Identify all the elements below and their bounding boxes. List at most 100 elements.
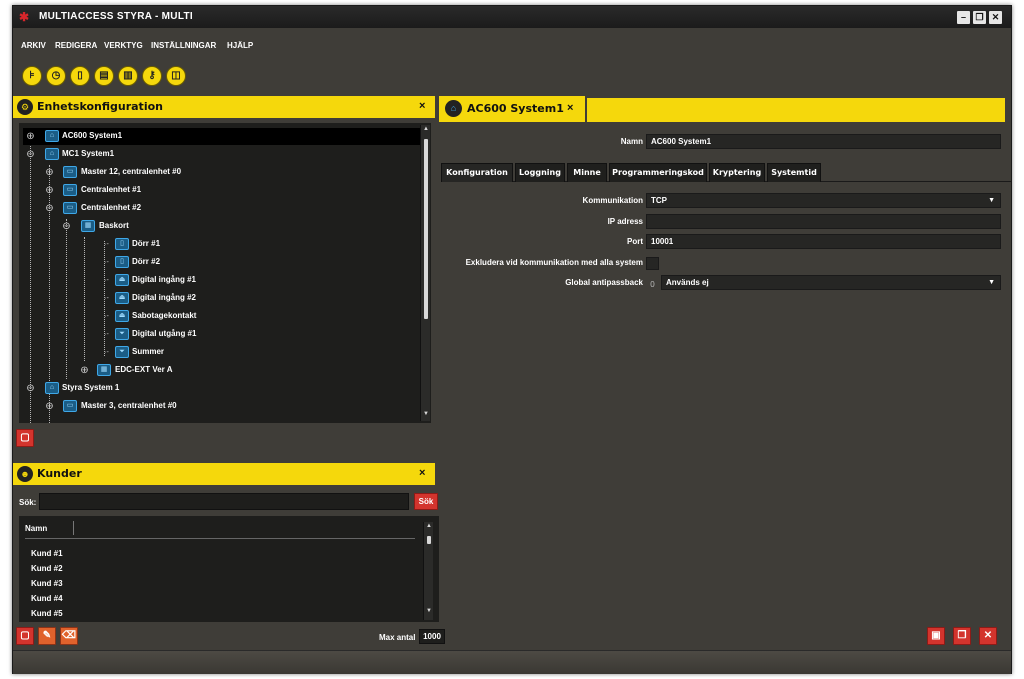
tree-item-label: EDC-EXT Ver A: [115, 365, 173, 374]
device-panel-close-button[interactable]: ×: [419, 100, 425, 112]
expand-icon[interactable]: ⊕: [44, 185, 55, 196]
tab-minne[interactable]: Minne: [567, 163, 607, 182]
list-item[interactable]: Kund #1: [31, 549, 63, 558]
scroll-thumb[interactable]: [427, 536, 431, 544]
controller-icon: ▭: [63, 184, 77, 196]
new-device-button[interactable]: ▢: [16, 429, 34, 447]
branch-icon: ·-: [104, 259, 109, 266]
expand-icon[interactable]: ⊕: [79, 365, 90, 376]
customer-list-scrollbar[interactable]: ▲ ▼: [423, 522, 433, 620]
search-button[interactable]: Sök: [414, 493, 438, 510]
customers-panel-close-button[interactable]: ×: [419, 467, 425, 479]
editor-tab[interactable]: ⌂ AC600 System1 ×: [439, 96, 585, 122]
door-icon[interactable]: ▯: [70, 66, 90, 86]
tree-item-styra-system-1[interactable]: ⊖ ⌂ Styra System 1: [23, 380, 423, 397]
tree-item-dorr-2[interactable]: ·- ▯ Dörr #2: [23, 254, 423, 271]
expand-icon[interactable]: ⊕: [44, 401, 55, 412]
tree-item-digital-utgang-1[interactable]: ·- ⏷ Digital utgång #1: [23, 326, 423, 343]
controller-icon: ▭: [63, 166, 77, 178]
tree-item-label: Summer: [132, 347, 165, 356]
collapse-icon[interactable]: ⊖: [61, 221, 72, 232]
collapse-icon[interactable]: ⊖: [25, 383, 36, 394]
column-header-namn[interactable]: Namn: [25, 524, 47, 533]
tree-item-master-12[interactable]: ⊕ ▭ Master 12, centralenhet #0: [23, 164, 423, 181]
copy-button[interactable]: ❐: [953, 627, 971, 645]
kommunikation-select[interactable]: TCP ▼: [646, 193, 1001, 208]
tree-item-mc1-system1[interactable]: ⊖ ⌂ MC1 System1: [23, 146, 423, 163]
tree-item-label: MC1 System1: [62, 149, 115, 158]
tree-item-ac600-system1[interactable]: ⊕ ⌂ AC600 System1: [23, 128, 423, 145]
key-icon[interactable]: ⚷: [142, 66, 162, 86]
minimize-icon[interactable]: –: [957, 11, 970, 24]
board-icon: ▦: [81, 220, 95, 232]
edit-customer-button[interactable]: ✎: [38, 627, 56, 645]
branch-icon: ·-: [104, 241, 109, 248]
menu-installningar[interactable]: INSTÄLLNINGAR: [151, 41, 216, 50]
controller-icon: ▭: [63, 202, 77, 214]
scroll-up-icon[interactable]: ▲: [425, 523, 433, 529]
max-count-input[interactable]: 1000: [419, 629, 445, 644]
branch-icon: ·-: [104, 349, 109, 356]
menu-redigera[interactable]: REDIGERA: [55, 41, 97, 50]
device-tree-icon[interactable]: ⊧: [22, 66, 42, 86]
close-editor-button[interactable]: ✕: [979, 627, 997, 645]
tree-item-centralenhet-2[interactable]: ⊖ ▭ Centralenhet #2: [23, 200, 423, 217]
tree-item-digital-ingang-1[interactable]: ·- ⏏ Digital ingång #1: [23, 272, 423, 289]
tree-item-summer[interactable]: ·- ⏷ Summer: [23, 344, 423, 361]
max-count-label: Max antal: [379, 633, 416, 642]
scroll-down-icon[interactable]: ▼: [422, 411, 430, 417]
delete-customer-button[interactable]: ⌫: [60, 627, 78, 645]
device-tree: ⊕ ⌂ AC600 System1 ⊖ ⌂ MC1 System1 ⊕ ▭ Ma…: [19, 123, 431, 423]
list-item[interactable]: Kund #5: [31, 609, 63, 618]
tree-item-centralenhet-1[interactable]: ⊕ ▭ Centralenhet #1: [23, 182, 423, 199]
restore-icon[interactable]: ❐: [973, 11, 986, 24]
tree-scrollbar[interactable]: ▲ ▼: [420, 125, 430, 421]
exkludera-checkbox[interactable]: [646, 257, 659, 270]
list-item[interactable]: Kund #2: [31, 564, 63, 573]
tree-item-digital-ingang-2[interactable]: ·- ⏏ Digital ingång #2: [23, 290, 423, 307]
menu-verktyg[interactable]: VERKTYG: [104, 41, 143, 50]
ip-input[interactable]: [646, 214, 1001, 229]
tab-systemtid[interactable]: Systemtid: [767, 163, 821, 182]
tree-item-label: Centralenhet #1: [81, 185, 142, 194]
clock-icon[interactable]: ◷: [46, 66, 66, 86]
scroll-down-icon[interactable]: ▼: [425, 608, 433, 614]
name-input[interactable]: AC600 System1: [646, 134, 1001, 149]
save-button[interactable]: ▣: [927, 627, 945, 645]
editor-tab-close-button[interactable]: ×: [567, 102, 573, 114]
collapse-icon[interactable]: ⊖: [44, 203, 55, 214]
tab-loggning[interactable]: Loggning: [515, 163, 565, 182]
expand-icon[interactable]: ⊕: [44, 167, 55, 178]
tab-kryptering[interactable]: Kryptering: [709, 163, 765, 182]
search-input[interactable]: [39, 493, 409, 510]
tree-item-label: Dörr #2: [132, 257, 161, 266]
port-input[interactable]: 10001: [646, 234, 1001, 249]
tree-item-master-3[interactable]: ⊕ ▭ Master 3, centralenhet #0: [23, 398, 423, 415]
expand-icon[interactable]: ⊕: [25, 131, 36, 142]
status-bar: [13, 650, 1011, 674]
tree-item-label: Baskort: [99, 221, 129, 230]
tree-item-sabotagekontakt[interactable]: ·- ⏏ Sabotagekontakt: [23, 308, 423, 325]
antipassback-select[interactable]: Används ej ▼: [661, 275, 1001, 290]
tree-item-dorr-1[interactable]: ·- ▯ Dörr #1: [23, 236, 423, 253]
tree-item-edc-ext[interactable]: ⊕ ▦ EDC-EXT Ver A: [23, 362, 423, 379]
building-icon[interactable]: ▤: [94, 66, 114, 86]
new-customer-button[interactable]: ▢: [16, 627, 34, 645]
customer-list: Namn Kund #1 Kund #2 Kund #3 Kund #4 Kun…: [19, 516, 439, 622]
toolbar: ⊧ ◷ ▯ ▤ ▥ ⚷ ◫: [13, 64, 1011, 90]
tab-konfiguration[interactable]: Konfiguration: [441, 163, 513, 182]
list-item[interactable]: Kund #3: [31, 579, 63, 588]
kommunikation-label: Kommunikation: [582, 196, 643, 205]
scroll-up-icon[interactable]: ▲: [422, 126, 430, 132]
list-item[interactable]: Kund #4: [31, 594, 63, 603]
menu-arkiv[interactable]: ARKIV: [21, 41, 46, 50]
scroll-thumb[interactable]: [424, 139, 428, 319]
tree-item-baskort[interactable]: ⊖ ▦ Baskort: [23, 218, 423, 235]
column-separator[interactable]: [73, 521, 74, 535]
collapse-icon[interactable]: ⊖: [25, 149, 36, 160]
menu-hjalp[interactable]: HJÄLP: [227, 41, 253, 50]
card-icon[interactable]: ▥: [118, 66, 138, 86]
book-icon[interactable]: ◫: [166, 66, 186, 86]
close-icon[interactable]: ✕: [989, 11, 1002, 24]
tab-programmeringskod[interactable]: Programmeringskod: [609, 163, 707, 182]
